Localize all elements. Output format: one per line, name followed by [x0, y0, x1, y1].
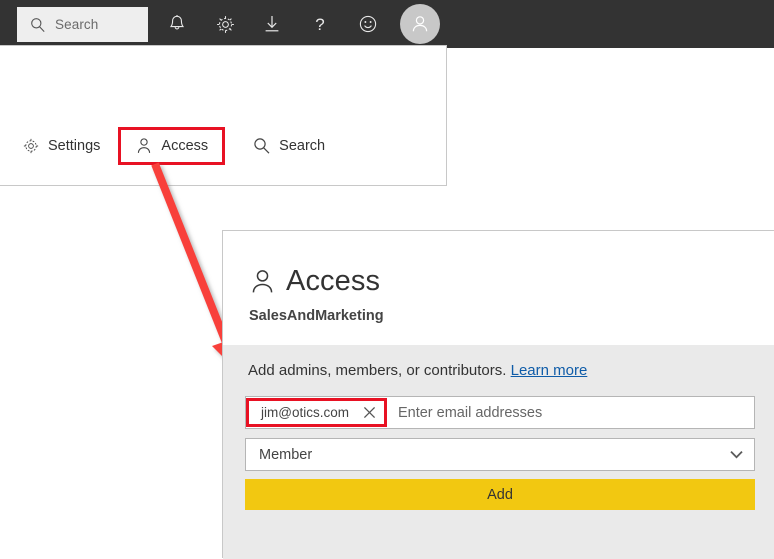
- access-panel: Access SalesAndMarketing Add admins, mem…: [222, 230, 774, 558]
- close-icon[interactable]: [363, 406, 376, 419]
- access-panel-body: Add admins, members, or contributors. Le…: [223, 345, 774, 559]
- page-title: Access: [249, 265, 380, 298]
- command-bar-panel: Settings Access Search: [0, 45, 447, 186]
- settings-gear-icon[interactable]: [208, 0, 242, 48]
- gear-icon: [22, 137, 40, 155]
- global-search-input[interactable]: Search: [17, 7, 148, 42]
- person-icon: [249, 267, 276, 297]
- search-icon: [30, 17, 46, 33]
- user-avatar-icon: [408, 12, 432, 36]
- command-item-label: Search: [279, 138, 325, 154]
- access-panel-header: Access SalesAndMarketing: [223, 231, 774, 345]
- email-chip-value: jim@otics.com: [261, 405, 349, 420]
- email-input-placeholder: Enter email addresses: [398, 405, 542, 421]
- notifications-icon[interactable]: [160, 0, 194, 48]
- command-item-settings[interactable]: Settings: [14, 127, 108, 165]
- svg-text:?: ?: [315, 15, 324, 34]
- email-addresses-input[interactable]: jim@otics.com Enter email addresses: [245, 396, 755, 429]
- help-icon[interactable]: ?: [303, 0, 337, 48]
- chevron-down-icon: [730, 450, 743, 459]
- command-item-search[interactable]: Search: [245, 127, 333, 165]
- workspace-name: SalesAndMarketing: [249, 308, 384, 324]
- person-icon: [135, 136, 153, 156]
- add-description-text: Add admins, members, or contributors.: [248, 362, 506, 379]
- add-description: Add admins, members, or contributors. Le…: [248, 362, 587, 379]
- page-title-text: Access: [286, 265, 380, 298]
- feedback-smiley-icon[interactable]: [351, 0, 385, 48]
- user-avatar[interactable]: [400, 4, 440, 44]
- download-icon[interactable]: [255, 0, 289, 48]
- command-item-label: Access: [161, 138, 208, 154]
- add-button[interactable]: Add: [245, 479, 755, 510]
- email-chip[interactable]: jim@otics.com: [246, 398, 387, 427]
- role-select-value: Member: [259, 447, 312, 463]
- role-select[interactable]: Member: [245, 438, 755, 471]
- learn-more-link[interactable]: Learn more: [511, 362, 588, 379]
- command-item-access[interactable]: Access: [118, 127, 225, 165]
- top-app-bar: Search ?: [0, 0, 774, 48]
- command-item-label: Settings: [48, 138, 100, 154]
- search-placeholder-text: Search: [55, 17, 98, 32]
- command-bar: Settings Access Search: [0, 126, 333, 166]
- search-icon: [253, 137, 271, 155]
